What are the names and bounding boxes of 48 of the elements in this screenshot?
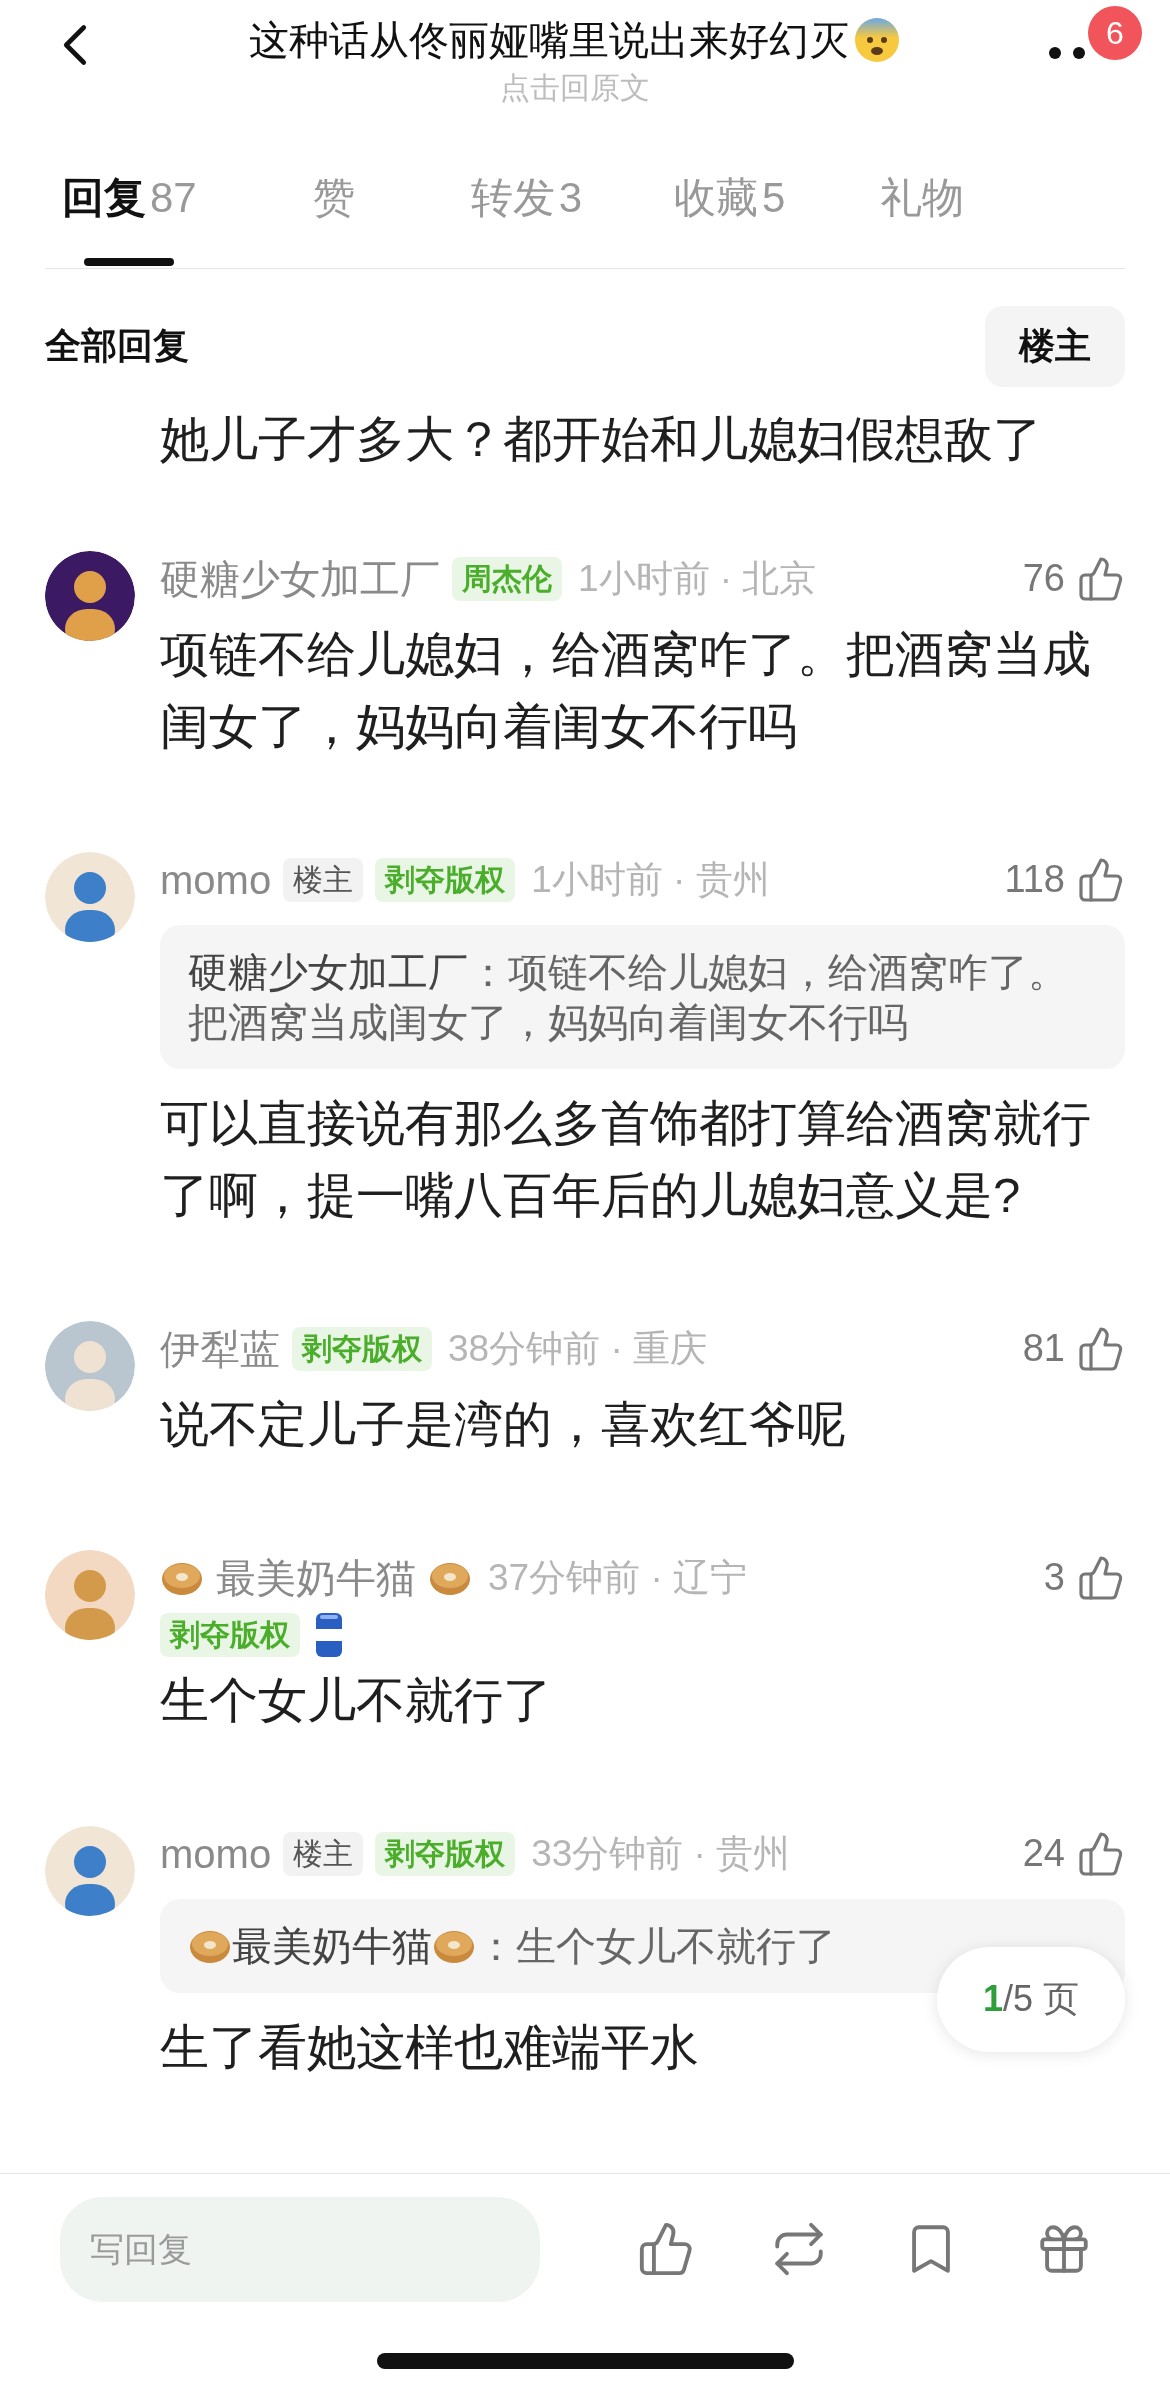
- post-title: 这种话从佟丽娅嘴里说出来好幻灭: [249, 17, 849, 64]
- timestamp: 38分钟前 · 重庆: [448, 1327, 708, 1372]
- can-icon: [314, 1610, 344, 1659]
- honor-tag: 剥夺版权: [160, 1612, 300, 1657]
- like-count: 76: [1022, 556, 1065, 602]
- quote-text: ：生个女儿不就行了: [476, 1922, 836, 1970]
- comment-text: 生个女儿不就行了: [160, 1671, 553, 1729]
- comment-text: 可以直接说有那么多首饰都打算给酒窝就行了啊，提一嘴八百年后的儿媳妇意义是?: [160, 1094, 1092, 1224]
- quote-text: 把酒窝当成闺女了，妈妈向着闺女不行吗: [188, 998, 908, 1046]
- section-heading: 全部回复: [45, 324, 189, 369]
- honor-tag: 剥夺版权: [292, 1326, 432, 1371]
- tab[interactable]: 收藏5: [674, 167, 786, 268]
- back-to-original-link[interactable]: 点击回原文: [500, 68, 650, 108]
- honor-tag: 周杰伦: [452, 556, 562, 601]
- fearful-emoji-icon: [853, 16, 901, 64]
- like-count: 24: [1022, 1831, 1065, 1877]
- comment-text: 项链不给儿媳妇，给酒窝咋了。把酒窝当成闺女了，妈妈向着闺女不行吗: [160, 625, 1092, 755]
- quote-author: 硬糖少女加工厂: [188, 948, 468, 996]
- timestamp: 1小时前 · 北京: [578, 557, 817, 602]
- username[interactable]: 硬糖少女加工厂: [160, 548, 440, 609]
- tab[interactable]: 赞: [288, 167, 379, 268]
- page-indicator[interactable]: 1/5 页: [937, 1946, 1125, 2052]
- honor-tag: 剥夺版权: [375, 1831, 516, 1876]
- comment-text: 说不定儿子是湾的，喜欢红爷呢: [160, 1395, 847, 1453]
- username[interactable]: 最美奶牛猫: [216, 1547, 416, 1608]
- notification-badge: 6: [1088, 6, 1142, 60]
- username[interactable]: momo: [160, 1823, 272, 1884]
- reply-input[interactable]: 写回复: [60, 2196, 540, 2302]
- comment-text: 生了看她这样也难端平水: [160, 2018, 700, 2076]
- honor-tag: 剥夺版权: [375, 857, 516, 902]
- like-count: 81: [1022, 1326, 1065, 1372]
- tab[interactable]: 回复87: [62, 167, 197, 268]
- username[interactable]: momo: [160, 849, 272, 910]
- quote-text: ：项链不给儿媳妇，给酒窝咋了。: [468, 948, 1068, 996]
- comment-text: 她儿子才多大？都开始和儿媳妇假想敌了: [160, 411, 1042, 466]
- owner-tag: 楼主: [283, 1831, 364, 1876]
- username[interactable]: 伊犁蓝: [160, 1318, 280, 1379]
- more-icon[interactable]: [1048, 46, 1086, 60]
- tab[interactable]: 礼物: [877, 167, 968, 268]
- tab[interactable]: 转发3: [470, 167, 583, 268]
- like-count: 3: [1043, 1555, 1065, 1601]
- timestamp: 33分钟前 · 贵州: [531, 1832, 791, 1877]
- timestamp: 1小时前 · 贵州: [531, 858, 770, 903]
- like-count: 118: [1004, 857, 1065, 903]
- owner-filter-button[interactable]: 楼主: [985, 305, 1125, 387]
- quote-author: 最美奶牛猫: [232, 1922, 432, 1970]
- owner-tag: 楼主: [283, 857, 364, 902]
- timestamp: 37分钟前 · 辽宁: [488, 1556, 748, 1601]
